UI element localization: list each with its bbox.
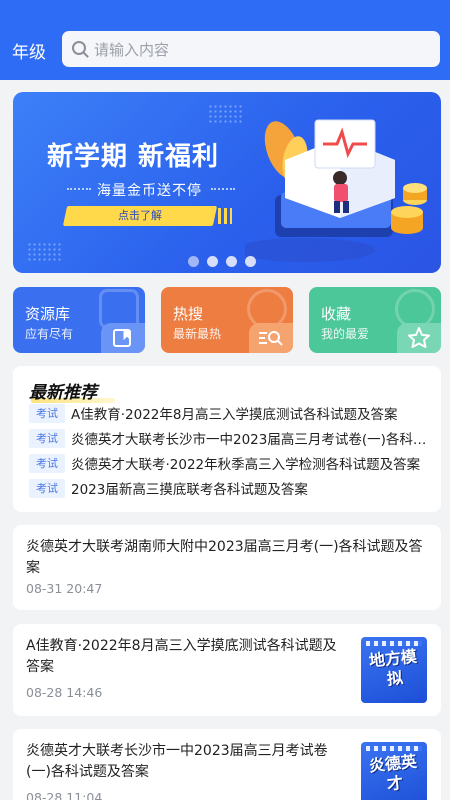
category-subtitle: 我的最爱 <box>321 327 370 341</box>
category-resources[interactable]: 资源库 应有尽有 <box>13 287 145 353</box>
carousel-dot[interactable] <box>245 256 256 267</box>
list-item-title: 炎德英才大联考·2022年秋季高三入学检测各科试题及答案 <box>71 457 421 473</box>
list-item[interactable]: 考试 2023届新高三摸底联考各科试题及答案 <box>29 477 429 499</box>
banner-decoration <box>27 242 61 262</box>
carousel-indicator <box>188 256 256 267</box>
exam-tag: 考试 <box>29 478 65 498</box>
carousel-dot[interactable] <box>188 256 199 267</box>
category-hot-search[interactable]: 热搜 最新最热 <box>161 287 293 353</box>
banner-subtitle: 海量金币送不停 <box>97 183 202 199</box>
search-placeholder: 请输入内容 <box>94 41 170 59</box>
category-title: 收藏 <box>321 305 352 323</box>
recommend-card: 最新推荐 考试 A佳教育·2022年8月高三入学摸底测试各科试题及答案 考试 炎… <box>13 366 441 512</box>
exam-tag: 考试 <box>29 403 65 423</box>
category-title: 热搜 <box>173 305 204 323</box>
top-bar: 年级 请输入内容 <box>0 0 450 80</box>
promo-banner[interactable]: 新学期 新福利 海量金币送不停 点击了解 <box>13 92 441 273</box>
list-item-title: 炎德英才大联考长沙市一中2023届高三月考试卷(一)各科试题及答案 <box>71 432 429 448</box>
section-title: 最新推荐 <box>29 383 97 403</box>
banner-divider <box>67 188 91 190</box>
article-thumbnail: 炎德英才 <box>361 742 427 800</box>
list-item[interactable]: 考试 A佳教育·2022年8月高三入学摸底测试各科试题及答案 <box>29 402 429 424</box>
carousel-dot[interactable] <box>226 256 237 267</box>
banner-divider <box>211 188 235 190</box>
thumbnail-decoration <box>366 746 422 751</box>
search-input[interactable]: 请输入内容 <box>62 31 440 67</box>
banner-illustration <box>245 119 427 262</box>
banner-decoration <box>218 208 232 224</box>
category-subtitle: 最新最热 <box>173 327 222 341</box>
category-subtitle: 应有尽有 <box>25 327 74 341</box>
thumbnail-label: 地方模拟 <box>368 646 418 689</box>
carousel-dot[interactable] <box>207 256 218 267</box>
thumbnail-label: 炎德英才 <box>368 751 418 794</box>
article-time: 08-28 11:04 <box>26 790 103 800</box>
article-title: 炎德英才大联考长沙市一中2023届高三月考试卷(一)各科试题及答案 <box>26 743 328 780</box>
article-card[interactable]: A佳教育·2022年8月高三入学摸底测试各科试题及答案 08-28 14:46 … <box>13 624 441 716</box>
search-icon <box>72 41 86 55</box>
category-title: 资源库 <box>25 305 71 323</box>
banner-title: 新学期 新福利 <box>47 142 220 172</box>
article-title: 炎德英才大联考湖南师大附中2023届高三月考(一)各科试题及答案 <box>26 539 423 576</box>
list-item-title: 2023届新高三摸底联考各科试题及答案 <box>71 482 308 498</box>
article-thumbnail: 地方模拟 <box>361 637 427 703</box>
grade-selector[interactable]: 年级 <box>12 38 46 63</box>
thumbnail-decoration <box>366 641 422 646</box>
list-item-title: A佳教育·2022年8月高三入学摸底测试各科试题及答案 <box>71 407 398 423</box>
banner-decoration <box>208 104 242 124</box>
article-time: 08-28 14:46 <box>26 685 103 700</box>
exam-tag: 考试 <box>29 453 65 473</box>
star-icon <box>397 323 441 353</box>
list-item[interactable]: 考试 炎德英才大联考·2022年秋季高三入学检测各科试题及答案 <box>29 452 429 474</box>
article-card[interactable]: 炎德英才大联考长沙市一中2023届高三月考试卷(一)各科试题及答案 08-28 … <box>13 729 441 800</box>
list-item[interactable]: 考试 炎德英才大联考长沙市一中2023届高三月考试卷(一)各科试题及答案 <box>29 427 429 449</box>
article-title: A佳教育·2022年8月高三入学摸底测试各科试题及答案 <box>26 638 337 675</box>
book-icon <box>101 323 145 353</box>
category-favorites[interactable]: 收藏 我的最爱 <box>309 287 441 353</box>
article-card[interactable]: 炎德英才大联考湖南师大附中2023届高三月考(一)各科试题及答案 08-31 2… <box>13 525 441 610</box>
article-time: 08-31 20:47 <box>26 581 103 596</box>
banner-button-label: 点击了解 <box>118 209 162 222</box>
search-list-icon <box>249 323 293 353</box>
exam-tag: 考试 <box>29 428 65 448</box>
banner-learn-more-button[interactable]: 点击了解 <box>62 206 218 226</box>
